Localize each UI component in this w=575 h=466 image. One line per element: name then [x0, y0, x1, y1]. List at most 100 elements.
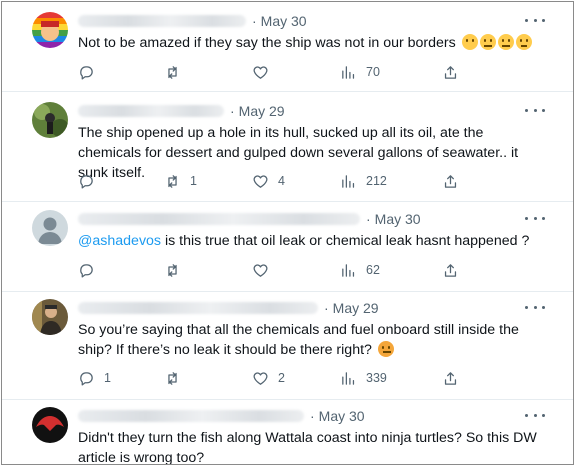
share-icon — [444, 371, 457, 385]
blurred-username — [78, 410, 304, 422]
tweet-header: · May 30 — [78, 12, 307, 30]
more-icon[interactable] — [525, 299, 545, 315]
date-separator: · — [366, 211, 371, 227]
like-icon — [253, 263, 268, 277]
tweet[interactable]: · May 30 Not to be amazed if they say th… — [2, 2, 573, 92]
tweet-header: · May 29 — [78, 102, 285, 120]
share-icon — [444, 65, 457, 79]
tweet-date[interactable]: May 30 — [375, 211, 421, 227]
tweet-date[interactable]: May 30 — [319, 408, 365, 424]
tweet[interactable]: · May 30 @ashadevos is this true that oi… — [2, 202, 573, 292]
like-icon — [253, 65, 268, 79]
retweet-icon — [168, 263, 177, 277]
tweet-date[interactable]: May 29 — [333, 300, 379, 316]
tweet[interactable]: · May 29 The ship opened up a hole in it… — [2, 92, 573, 202]
more-icon[interactable] — [525, 407, 545, 423]
date-separator: · — [230, 103, 235, 119]
retweet-icon — [168, 371, 177, 385]
like-button[interactable]: 4 — [252, 171, 285, 191]
views-button[interactable]: 70 — [340, 62, 380, 82]
share-icon — [444, 174, 457, 188]
like-count: 4 — [278, 174, 285, 188]
views-icon — [342, 65, 355, 79]
date-separator: · — [324, 300, 329, 316]
date-separator: · — [310, 408, 315, 424]
avatar[interactable] — [32, 299, 68, 335]
tweet-actions: 1 4 212 — [78, 171, 478, 191]
share-button[interactable] — [442, 368, 459, 388]
like-button[interactable] — [252, 62, 278, 82]
share-button[interactable] — [442, 260, 459, 280]
more-icon[interactable] — [525, 210, 545, 226]
views-button[interactable]: 212 — [340, 171, 387, 191]
thinking-face-emoji — [377, 341, 394, 357]
tweet-header: · May 30 — [78, 407, 365, 425]
tweet[interactable]: · May 29 So you’re saying that all the c… — [2, 292, 573, 400]
tweet-date[interactable]: May 30 — [261, 13, 307, 29]
retweet-button[interactable]: 1 — [164, 171, 197, 191]
reply-icon — [80, 65, 93, 80]
views-button[interactable]: 62 — [340, 260, 380, 280]
reply-button[interactable]: 1 — [78, 368, 111, 388]
views-count: 212 — [366, 174, 387, 188]
like-icon — [253, 174, 268, 188]
share-button[interactable] — [442, 171, 459, 191]
tweet-text: Didn't they turn the fish along Wattala … — [78, 430, 537, 465]
expressionless-face-emoji — [479, 34, 496, 50]
avatar[interactable] — [32, 407, 68, 443]
tweet-text-content: So you’re saying that all the chemicals … — [78, 322, 519, 358]
tweet-text-content: is this true that oil leak or chemical l… — [161, 233, 530, 249]
more-icon[interactable] — [525, 102, 545, 118]
views-icon — [342, 371, 355, 385]
like-button[interactable]: 2 — [252, 368, 285, 388]
views-count: 62 — [366, 263, 380, 277]
reply-button[interactable] — [78, 171, 104, 191]
retweet-button[interactable] — [164, 62, 190, 82]
date-separator: · — [252, 13, 257, 29]
avatar[interactable] — [32, 12, 68, 48]
more-icon[interactable] — [525, 12, 545, 28]
no-mouth-face-emoji — [461, 34, 478, 50]
tweet-date[interactable]: May 29 — [239, 103, 285, 119]
tweet-text: @ashadevos is this true that oil leak or… — [78, 231, 548, 251]
retweet-button[interactable] — [164, 260, 190, 280]
reply-count: 1 — [104, 371, 111, 385]
retweet-button[interactable] — [164, 368, 190, 388]
tweet-header: · May 29 — [78, 299, 379, 317]
mention-link[interactable]: @ashadevos — [78, 233, 161, 249]
tweet-text-content: Not to be amazed if they say the ship wa… — [78, 35, 456, 51]
retweet-icon — [168, 174, 177, 188]
like-button[interactable] — [252, 260, 278, 280]
reply-button[interactable] — [78, 62, 104, 82]
views-icon — [342, 263, 355, 277]
retweet-icon — [168, 65, 177, 79]
blurred-username — [78, 213, 360, 225]
tweet-text: Not to be amazed if they say the ship wa… — [78, 33, 548, 53]
share-button[interactable] — [442, 62, 459, 82]
views-icon — [342, 174, 355, 188]
tweet-header: · May 30 — [78, 210, 421, 228]
blurred-username — [78, 105, 224, 117]
tweet[interactable]: · May 30 Didn't they turn the fish along… — [2, 400, 573, 465]
views-button[interactable]: 339 — [340, 368, 387, 388]
tweet-actions: 70 — [78, 62, 478, 82]
reply-thread: · May 30 Not to be amazed if they say th… — [1, 1, 574, 465]
blurred-username — [78, 302, 318, 314]
avatar[interactable] — [32, 102, 68, 138]
neutral-face-emoji — [497, 34, 514, 50]
avatar[interactable] — [32, 210, 68, 246]
share-icon — [444, 263, 457, 277]
blurred-username — [78, 15, 246, 27]
like-count: 2 — [278, 371, 285, 385]
tweet-actions: 1 2 339 — [78, 368, 478, 388]
views-count: 339 — [366, 371, 387, 385]
tweet-actions: 62 — [78, 260, 478, 280]
reply-button[interactable] — [78, 260, 104, 280]
reply-icon — [80, 263, 93, 278]
reply-icon — [80, 174, 93, 189]
eye-roll-face-emoji — [515, 34, 532, 50]
retweet-count: 1 — [190, 174, 197, 188]
like-icon — [253, 371, 268, 385]
reply-icon — [80, 371, 93, 386]
views-count: 70 — [366, 65, 380, 79]
